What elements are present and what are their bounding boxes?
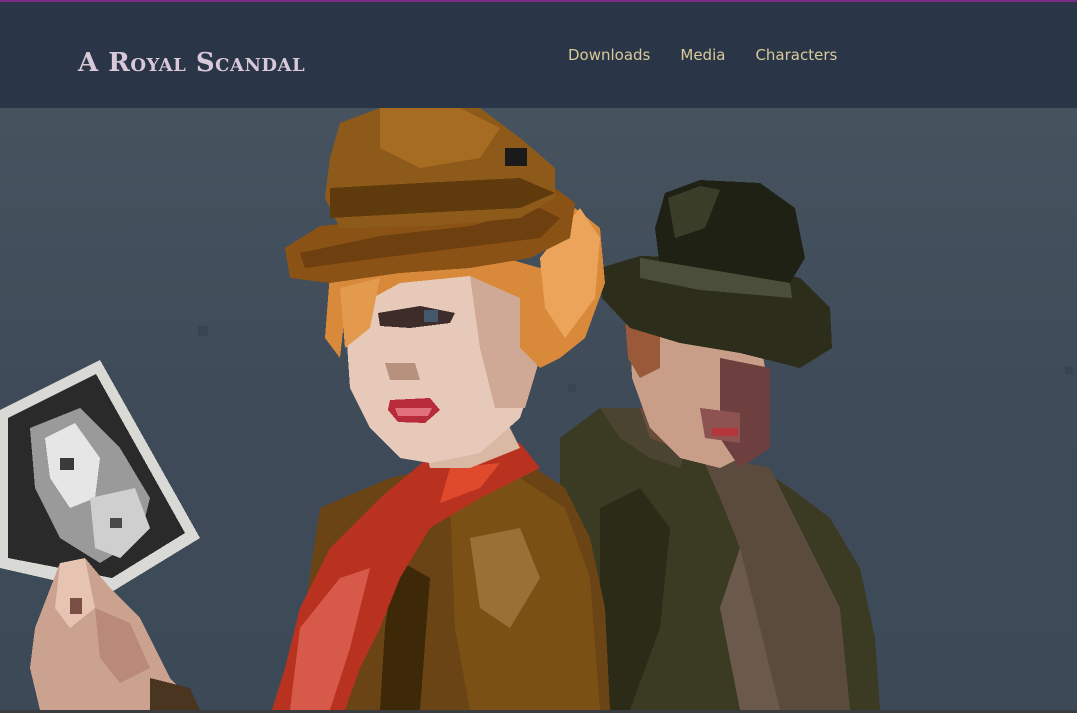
- nav-media[interactable]: Media: [680, 46, 725, 64]
- main-nav: Downloads Media Characters: [568, 46, 837, 64]
- hand-holding-photo: [0, 360, 200, 710]
- hero-banner: [0, 108, 1077, 710]
- site-logo[interactable]: A Royal Scandal: [78, 48, 305, 78]
- woman-figure: [272, 108, 610, 710]
- nav-downloads[interactable]: Downloads: [568, 46, 650, 64]
- hero-pixel-art: [0, 108, 1073, 710]
- nav-characters[interactable]: Characters: [755, 46, 837, 64]
- site-header: A Royal Scandal Downloads Media Characte…: [0, 2, 1077, 108]
